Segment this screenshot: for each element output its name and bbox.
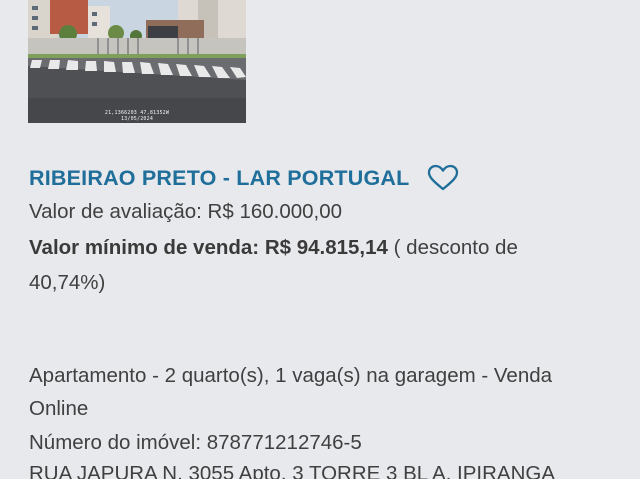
heart-icon[interactable] bbox=[427, 163, 459, 193]
property-address: RUA JAPURA N. 3055 Apto. 3 TORRE 3 BL A,… bbox=[29, 462, 556, 479]
listing-page: 21,1366203 47,81352W 13/05/2024 RIBEIRAO… bbox=[0, 0, 640, 479]
property-photo-illustration bbox=[28, 0, 246, 123]
listing-title-row: RIBEIRAO PRETO - LAR PORTUGAL bbox=[29, 163, 459, 193]
discount-prefix: ( desconto de bbox=[393, 236, 518, 259]
photo-date-stamp: 13/05/2024 bbox=[120, 116, 154, 122]
description-line-1: Apartamento - 2 quarto(s), 1 vaga(s) na … bbox=[29, 364, 553, 387]
property-number: Número do imóvel: 878771212746-5 bbox=[29, 431, 362, 454]
listing-title[interactable]: RIBEIRAO PRETO - LAR PORTUGAL bbox=[29, 166, 409, 191]
description-line-2: Online bbox=[29, 397, 89, 420]
min-sale-line: Valor mínimo de venda: R$ 94.815,14 ( de… bbox=[29, 232, 518, 264]
valuation-line: Valor de avaliação: R$ 160.000,00 bbox=[29, 196, 342, 228]
discount-suffix: 40,74%) bbox=[29, 271, 106, 294]
min-sale-value: R$ 94.815,14 bbox=[264, 236, 388, 259]
property-photo[interactable]: 21,1366203 47,81352W 13/05/2024 bbox=[28, 0, 246, 123]
min-sale-label: Valor mínimo de venda: bbox=[29, 236, 260, 259]
valuation-value: R$ 160.000,00 bbox=[207, 200, 343, 223]
valuation-label: Valor de avaliação: bbox=[29, 200, 202, 223]
